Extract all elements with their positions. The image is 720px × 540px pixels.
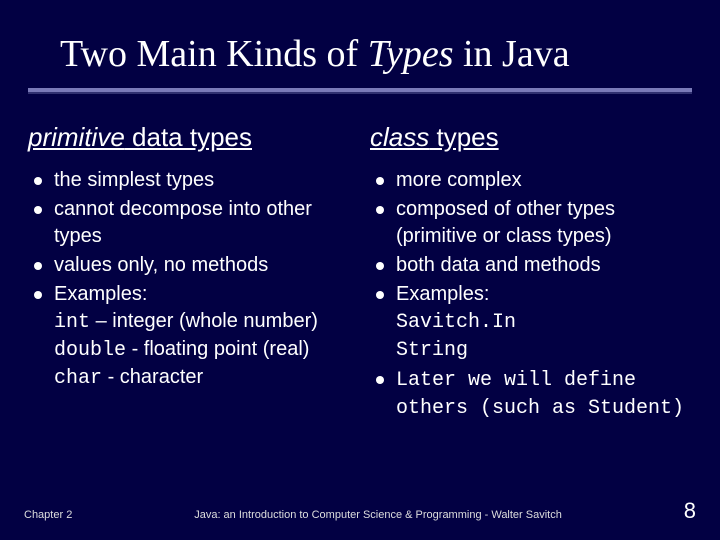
list-item: Examples: int – integer (whole number) d… xyxy=(28,281,358,392)
example-desc: – integer (whole number) xyxy=(90,310,318,332)
right-heading: class types xyxy=(370,122,700,153)
footer-page-number: 8 xyxy=(684,498,696,524)
list-item-text: Examples: xyxy=(54,283,147,305)
right-heading-rest: types xyxy=(429,122,498,152)
right-column: class types more complex composed of oth… xyxy=(370,122,700,424)
list-item-text: composed of other types (primitive or cl… xyxy=(396,198,615,247)
code-token: char xyxy=(54,367,102,390)
example-line: double - floating point (real) xyxy=(54,336,358,364)
list-item: Later we will define others (such as Stu… xyxy=(370,366,700,422)
right-heading-emph: class xyxy=(370,122,429,152)
list-item: Examples: Savitch.In String xyxy=(370,281,700,364)
list-item: composed of other types (primitive or cl… xyxy=(370,196,700,250)
footer-center: Java: an Introduction to Computer Scienc… xyxy=(72,509,683,521)
example-line: int – integer (whole number) xyxy=(54,308,358,336)
code-token: String xyxy=(396,339,468,362)
list-item-text: cannot decompose into other types xyxy=(54,198,312,247)
left-heading: primitive data types xyxy=(28,122,358,153)
example-desc: - floating point (real) xyxy=(126,338,309,360)
list-item: the simplest types xyxy=(28,167,358,194)
left-heading-rest: data types xyxy=(125,122,252,152)
example-line: Savitch.In xyxy=(396,308,700,336)
list-item-text: Examples: xyxy=(396,283,489,305)
code-token: Savitch.In xyxy=(396,311,516,334)
list-item-text: more complex xyxy=(396,169,522,191)
list-item: cannot decompose into other types xyxy=(28,196,358,250)
left-heading-emph: primitive xyxy=(28,122,125,152)
example-line: char - character xyxy=(54,364,358,392)
left-column: primitive data types the simplest types … xyxy=(28,122,358,424)
list-item-text: values only, no methods xyxy=(54,254,268,276)
left-list: the simplest types cannot decompose into… xyxy=(28,167,358,392)
code-token: int xyxy=(54,311,90,334)
code-token: double xyxy=(54,339,126,362)
slide-title: Two Main Kinds of Types in Java xyxy=(0,0,720,86)
content-columns: primitive data types the simplest types … xyxy=(0,94,720,424)
right-list: more complex composed of other types (pr… xyxy=(370,167,700,422)
list-item-text: the simplest types xyxy=(54,169,214,191)
title-pre: Two Main Kinds of xyxy=(60,33,368,75)
title-post: in Java xyxy=(454,33,570,75)
list-item: both data and methods xyxy=(370,252,700,279)
list-item: values only, no methods xyxy=(28,252,358,279)
footer-left: Chapter 2 xyxy=(24,509,72,521)
slide: Two Main Kinds of Types in Java primitiv… xyxy=(0,0,720,540)
list-item: more complex xyxy=(370,167,700,194)
example-line: String xyxy=(396,336,700,364)
title-emph: Types xyxy=(368,33,454,75)
footer: Chapter 2 Java: an Introduction to Compu… xyxy=(0,498,720,524)
example-desc: - character xyxy=(102,366,203,388)
list-item-text: both data and methods xyxy=(396,254,601,276)
list-item-text: Later we will define others (such as Stu… xyxy=(396,369,684,420)
